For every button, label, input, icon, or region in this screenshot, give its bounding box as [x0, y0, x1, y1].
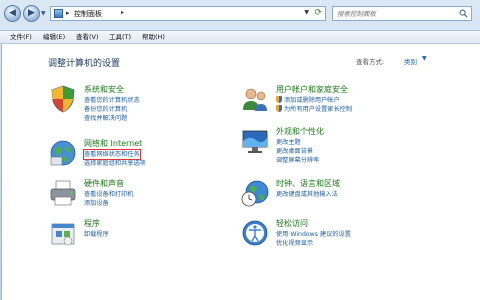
control-panel-content: 调整计算机的设置 查看方式: 类别 ▼ 系统和安全 查看您的计算机状态 备份您的…	[1, 44, 480, 300]
link-view-computer-status[interactable]: 查看您的计算机状态	[84, 96, 140, 105]
breadcrumb-chevron-icon[interactable]: ▸	[121, 9, 124, 16]
forward-arrow-icon: ▶	[28, 8, 35, 18]
category-title[interactable]: 用户帐户和家庭安全	[276, 84, 348, 95]
menu-view[interactable]: 查看(V)	[76, 32, 99, 43]
address-bar[interactable]: ▸ 控制面板 ▸ ▼ ⟳	[50, 6, 326, 21]
recent-pages-dropdown[interactable]: ▼	[41, 10, 47, 17]
forward-button[interactable]: ▶	[23, 5, 40, 22]
globe-clock-icon[interactable]	[240, 178, 270, 208]
breadcrumb-separator-icon[interactable]: ▸	[66, 9, 70, 17]
control-panel-icon	[54, 9, 63, 18]
category-title[interactable]: 硬件和声音	[84, 178, 124, 189]
link-windows-suggestions[interactable]: 使用 Windows 建议的设置	[276, 230, 351, 239]
link-change-keyboard[interactable]: 更改键盘或其他输入法	[276, 190, 338, 199]
menu-tools[interactable]: 工具(T)	[109, 32, 131, 43]
category-title[interactable]: 系统和安全	[84, 84, 124, 95]
menu-help[interactable]: 帮助(H)	[142, 32, 165, 43]
link-parental-controls[interactable]: 为所有用户设置家长控制	[276, 105, 352, 114]
printer-icon[interactable]	[48, 178, 78, 208]
category-title[interactable]: 外观和个性化	[276, 126, 324, 137]
shield-icon[interactable]	[48, 84, 78, 114]
address-dropdown-icon[interactable]: ▼	[304, 9, 309, 16]
refresh-icon[interactable]: ⟳	[314, 8, 322, 18]
navigation-bar: ◀ ▶ ▼ ▸ 控制面板 ▸ ▼ ⟳	[0, 0, 480, 30]
category-title[interactable]: 轻松访问	[276, 218, 308, 229]
category-title[interactable]: 时钟、语言和区域	[276, 178, 340, 189]
link-add-device[interactable]: 添加设备	[84, 199, 109, 208]
menu-bar: 文件(F) 编辑(E) 查看(V) 工具(T) 帮助(H)	[0, 30, 480, 44]
link-change-background[interactable]: 更改桌面背景	[276, 147, 313, 156]
search-icon[interactable]	[459, 9, 468, 18]
menu-edit[interactable]: 编辑(E)	[43, 32, 65, 43]
link-devices-printers[interactable]: 查看设备和打印机	[84, 190, 134, 199]
programs-icon[interactable]	[48, 218, 78, 248]
back-button[interactable]: ◀	[4, 5, 21, 22]
link-view-network-status[interactable]: 查看网络状态和任务	[83, 149, 141, 160]
link-uninstall-program[interactable]: 卸载程序	[84, 230, 109, 239]
category-title[interactable]: 网络和 Internet	[84, 138, 142, 149]
uac-shield-icon	[276, 96, 282, 103]
accessibility-icon[interactable]	[240, 218, 270, 248]
view-by-dropdown[interactable]: 类别	[404, 56, 417, 66]
link-change-theme[interactable]: 更改主题	[276, 138, 301, 147]
users-icon[interactable]	[240, 84, 270, 114]
network-icon[interactable]	[48, 138, 78, 168]
back-arrow-icon: ◀	[9, 8, 16, 18]
display-icon[interactable]	[240, 126, 270, 156]
view-by-caret-icon[interactable]: ▼	[422, 55, 427, 62]
link-troubleshoot[interactable]: 查找并解决问题	[84, 114, 127, 123]
link-backup-computer[interactable]: 备份您的计算机	[84, 105, 127, 114]
link-add-remove-users[interactable]: 添加或删除用户帐户	[276, 96, 340, 105]
uac-shield-icon	[276, 105, 282, 112]
search-input[interactable]	[335, 8, 455, 19]
link-screen-resolution[interactable]: 调整屏幕分辨率	[276, 156, 319, 165]
window-frame: ◀ ▶ ▼ ▸ 控制面板 ▸ ▼ ⟳ 文件(F) 编辑(E) 查看(V) 工具(…	[0, 0, 480, 300]
view-by-label: 查看方式:	[356, 58, 385, 66]
category-title[interactable]: 程序	[84, 218, 100, 229]
menu-file[interactable]: 文件(F)	[10, 32, 32, 43]
link-homegroup-sharing[interactable]: 选择家庭组和共享选项	[84, 159, 146, 168]
search-box[interactable]	[332, 6, 472, 21]
breadcrumb-control-panel[interactable]: 控制面板	[74, 9, 102, 19]
page-title: 调整计算机的设置	[48, 59, 121, 69]
link-optimize-display[interactable]: 优化视频显示	[276, 239, 313, 248]
